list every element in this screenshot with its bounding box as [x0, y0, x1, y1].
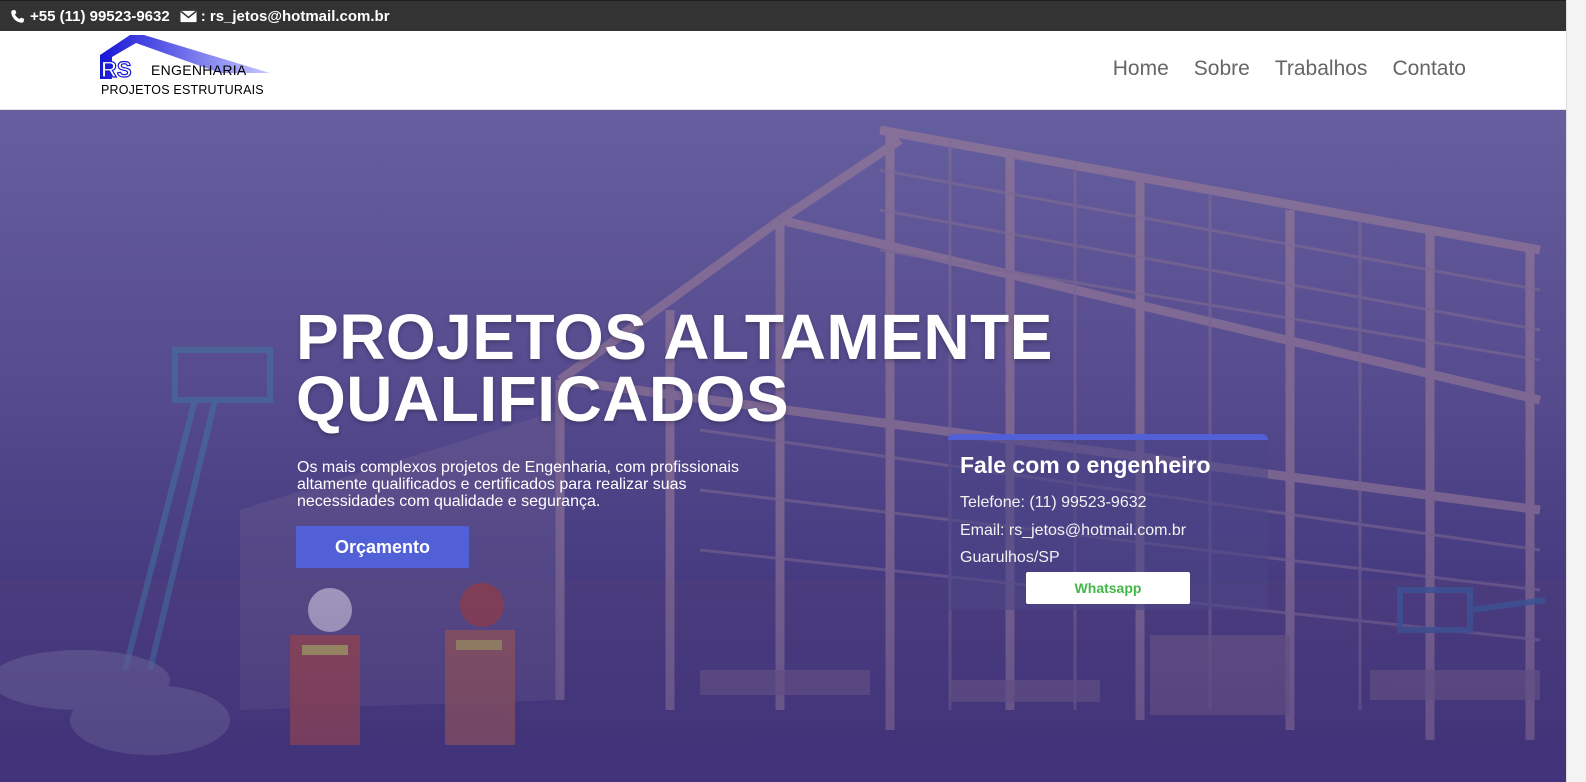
topbar-email[interactable]: : rs_jetos@hotmail.com.br	[180, 8, 390, 25]
topbar-phone[interactable]: +55 (11) 99523-9632	[9, 8, 170, 25]
contact-email: Email: rs_jetos@hotmail.com.br	[960, 522, 1187, 539]
contact-card-title: Fale com o engenheiro	[960, 452, 1211, 478]
envelope-icon	[180, 10, 197, 22]
nav-sobre[interactable]: Sobre	[1194, 57, 1250, 81]
logo-engenharia: ENGENHARIA	[151, 62, 247, 78]
nav-trabalhos[interactable]: Trabalhos	[1275, 57, 1368, 81]
phone-icon	[11, 9, 25, 23]
topbar-phone-text: +55 (11) 99523-9632	[30, 7, 170, 25]
main-nav: Home Sobre Trabalhos Contato	[1113, 57, 1466, 81]
orcamento-button[interactable]: Orçamento	[296, 526, 469, 568]
site-header: RS ENGENHARIA PROJETOS ESTRUTURAIS Home …	[0, 31, 1566, 110]
whatsapp-button[interactable]: Whatsapp	[1026, 572, 1190, 604]
logo-rs-mark: RS	[101, 57, 132, 82]
vertical-scrollbar[interactable]	[1566, 0, 1586, 782]
logo-projetos: PROJETOS ESTRUTURAIS	[101, 83, 264, 97]
contact-phone: Telefone: (11) 99523-9632	[960, 494, 1147, 511]
hero-title-line2: QUALIFICADOS	[296, 363, 790, 435]
contact-card: Fale com o engenheiro Telefone: (11) 995…	[948, 434, 1268, 610]
company-logo[interactable]: RS ENGENHARIA PROJETOS ESTRUTURAIS	[100, 33, 280, 105]
nav-home[interactable]: Home	[1113, 57, 1169, 81]
nav-contato[interactable]: Contato	[1392, 57, 1466, 81]
contact-location: Guarulhos/SP	[960, 549, 1060, 566]
top-contact-bar: +55 (11) 99523-9632 : rs_jetos@hotmail.c…	[0, 0, 1566, 31]
hero-section: PROJETOS ALTAMENTE QUALIFICADOS Os mais …	[0, 110, 1566, 782]
hero-color-overlay	[0, 110, 1566, 782]
topbar-email-text: : rs_jetos@hotmail.com.br	[200, 7, 390, 25]
hero-subtitle: Os mais complexos projetos de Engenharia…	[297, 459, 739, 510]
hero-title: PROJETOS ALTAMENTE QUALIFICADOS	[296, 305, 1056, 431]
